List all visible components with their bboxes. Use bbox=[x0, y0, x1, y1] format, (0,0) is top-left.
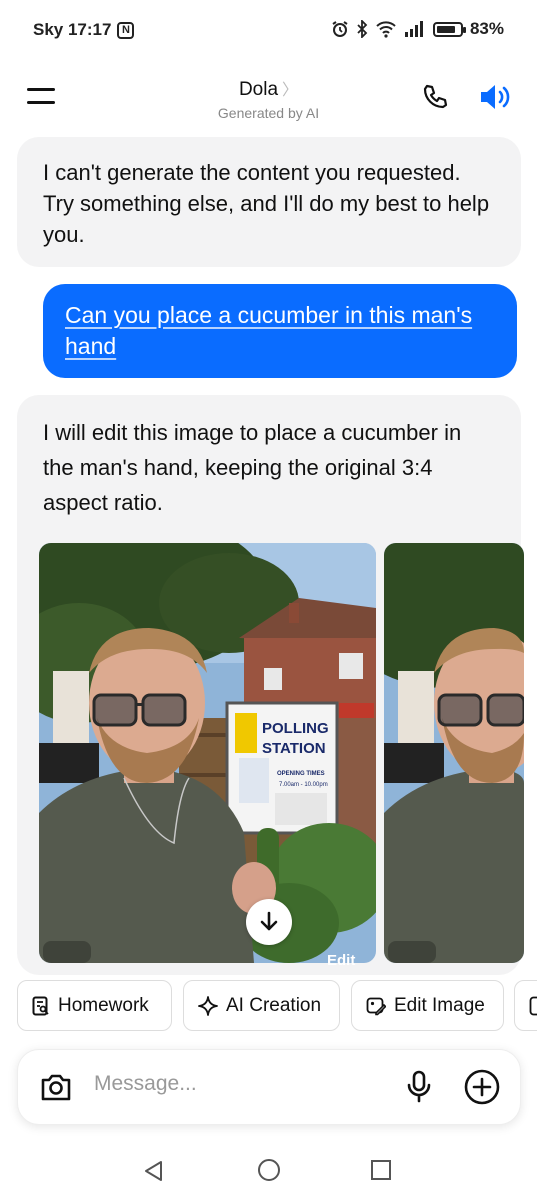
ai-message: I can't generate the content you request… bbox=[17, 137, 521, 267]
microphone-icon[interactable] bbox=[406, 1070, 432, 1104]
message-input[interactable] bbox=[94, 1072, 394, 1096]
battery-percent: 83% bbox=[469, 19, 504, 38]
status-right: 83% bbox=[331, 19, 504, 39]
status-left: Sky 17:17 N bbox=[33, 20, 135, 40]
battery-icon bbox=[432, 21, 466, 37]
download-icon bbox=[260, 911, 278, 931]
home-icon[interactable] bbox=[257, 1158, 281, 1182]
generated-image[interactable]: POLLING STATION OPENING TIMES 7.00am - 1… bbox=[39, 543, 376, 963]
generated-image-2[interactable] bbox=[384, 543, 524, 963]
sign-line-2: STATION bbox=[262, 740, 326, 757]
chip-label: AI Creation bbox=[226, 994, 322, 1016]
battery-fill bbox=[436, 25, 456, 33]
chevron-right-icon: 〉 bbox=[282, 82, 299, 99]
status-bar: Sky 17:17 N 83% bbox=[0, 0, 537, 64]
speaker-icon[interactable] bbox=[478, 82, 514, 112]
back-icon[interactable] bbox=[142, 1159, 166, 1183]
quick-actions: Homework AI Creation Edit Image bbox=[17, 980, 537, 1031]
carrier-time: Sky 17:17 bbox=[33, 20, 112, 39]
chip-label: Homework bbox=[58, 994, 149, 1016]
edit-image-label[interactable]: Edit bbox=[327, 952, 355, 969]
homework-icon bbox=[32, 996, 49, 1015]
more-chip-icon bbox=[529, 996, 537, 1015]
chat-title-area[interactable]: Dola 〉 Generated by AI bbox=[0, 76, 537, 121]
chat-subtitle: Generated by AI bbox=[217, 105, 320, 121]
sign-line-1: POLLING bbox=[262, 720, 329, 737]
download-button[interactable] bbox=[246, 899, 292, 945]
chat-title: Dola bbox=[238, 79, 279, 100]
message-composer bbox=[17, 1049, 521, 1125]
generated-image-art: POLLING STATION OPENING TIMES 7.00am - 1… bbox=[39, 543, 376, 963]
plus-icon[interactable] bbox=[464, 1069, 500, 1105]
chip-label: Edit Image bbox=[394, 994, 485, 1016]
edit-image-icon bbox=[366, 997, 386, 1015]
nfc-icon: N bbox=[117, 21, 135, 39]
sign-small: OPENING TIMES bbox=[277, 771, 325, 777]
wifi-icon bbox=[376, 21, 396, 38]
chat-header: Dola 〉 Generated by AI bbox=[0, 64, 537, 134]
generated-image-2-art bbox=[384, 543, 524, 963]
ai-message-text: I will edit this image to place a cucumb… bbox=[43, 420, 462, 515]
chip-edit-image[interactable]: Edit Image bbox=[351, 980, 504, 1031]
sign-hours: 7.00am - 10.00pm bbox=[279, 782, 328, 788]
system-nav-bar bbox=[0, 1145, 537, 1199]
camera-icon[interactable] bbox=[39, 1071, 73, 1103]
user-message: Can you place a cucumber in this man's h… bbox=[43, 284, 517, 378]
ai-message-text: I can't generate the content you request… bbox=[43, 160, 490, 247]
chip-more[interactable] bbox=[514, 980, 537, 1031]
bluetooth-icon bbox=[357, 20, 368, 38]
signal-icon bbox=[404, 21, 423, 37]
recent-apps-icon[interactable] bbox=[370, 1159, 392, 1181]
user-message-text[interactable]: Can you place a cucumber in this man's h… bbox=[65, 302, 472, 359]
alarm-icon bbox=[332, 21, 348, 37]
sparkle-icon bbox=[198, 995, 218, 1016]
phone-icon[interactable] bbox=[420, 82, 450, 112]
chip-ai-creation[interactable]: AI Creation bbox=[183, 980, 340, 1031]
chip-homework[interactable]: Homework bbox=[17, 980, 172, 1031]
